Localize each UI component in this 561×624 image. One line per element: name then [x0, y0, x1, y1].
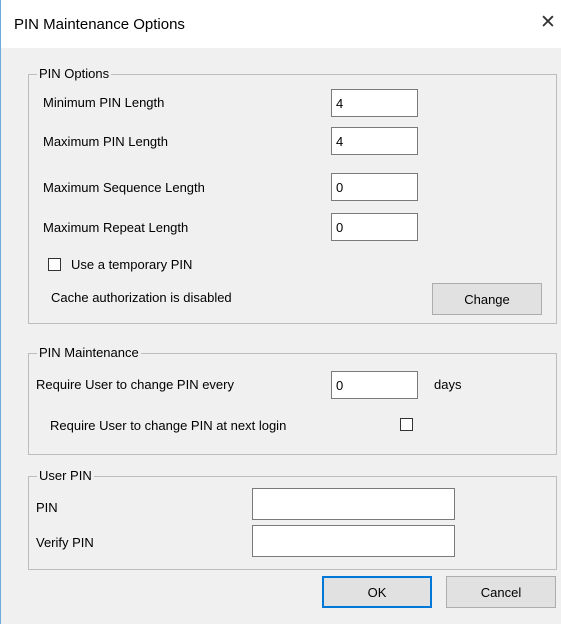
pin-options-group: PIN Options Minimum PIN Length Maximum P…	[28, 66, 557, 324]
pin-options-legend: PIN Options	[37, 66, 112, 82]
ok-button[interactable]: OK	[322, 576, 432, 608]
title-bar[interactable]: PIN Maintenance Options ✕	[1, 0, 561, 48]
pin-label: PIN	[36, 500, 58, 515]
cache-authorization-status: Cache authorization is disabled	[51, 290, 232, 305]
max-sequence-length-label: Maximum Sequence Length	[43, 180, 205, 195]
next-login-checkbox[interactable]	[400, 418, 413, 431]
verify-pin-input[interactable]	[252, 525, 455, 557]
user-pin-legend: User PIN	[37, 468, 94, 484]
temporary-pin-label[interactable]: Use a temporary PIN	[71, 257, 192, 272]
min-pin-length-label: Minimum PIN Length	[43, 95, 165, 110]
window-title: PIN Maintenance Options	[14, 16, 185, 33]
pin-input[interactable]	[252, 488, 455, 520]
dialog-window: PIN Maintenance Options ✕ PIN Options Mi…	[0, 0, 561, 624]
pin-maintenance-legend: PIN Maintenance	[37, 345, 141, 361]
change-every-label: Require User to change PIN every	[36, 377, 234, 392]
close-icon[interactable]: ✕	[537, 12, 559, 34]
next-login-label: Require User to change PIN at next login	[50, 418, 287, 433]
days-label: days	[434, 377, 462, 392]
change-button[interactable]: Change	[432, 283, 542, 315]
pin-maintenance-group: PIN Maintenance Require User to change P…	[28, 345, 557, 455]
max-repeat-length-label: Maximum Repeat Length	[43, 220, 189, 235]
verify-pin-label: Verify PIN	[36, 535, 94, 550]
cancel-button[interactable]: Cancel	[446, 576, 556, 608]
user-pin-group: User PIN PIN Verify PIN	[28, 468, 557, 570]
max-repeat-length-input[interactable]	[331, 213, 418, 241]
change-every-days-input[interactable]	[331, 371, 418, 399]
max-pin-length-input[interactable]	[331, 127, 418, 155]
max-pin-length-label: Maximum PIN Length	[43, 134, 168, 149]
temporary-pin-checkbox[interactable]	[48, 258, 61, 271]
max-sequence-length-input[interactable]	[331, 173, 418, 201]
min-pin-length-input[interactable]	[331, 89, 418, 117]
